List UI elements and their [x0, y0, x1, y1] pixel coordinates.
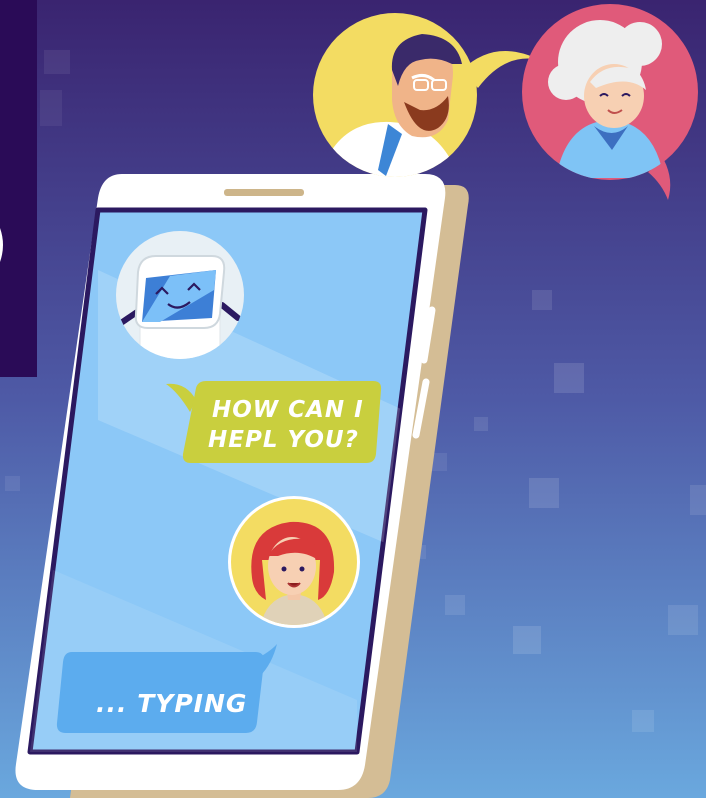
typing-text: ... TYPING: [96, 689, 247, 718]
bot-message-line1: HOW CAN I: [212, 397, 364, 423]
chat-illustration: HOW CAN I HEPL YOU? ... TYPING: [0, 0, 706, 798]
dark-side-panel: [0, 0, 37, 377]
typing-bubble: ... TYPING: [56, 644, 277, 733]
bot-message-bubble: HOW CAN I HEPL YOU?: [166, 381, 382, 463]
bot-message-line2: HEPL YOU?: [208, 427, 359, 453]
phone-speaker: [224, 189, 304, 196]
